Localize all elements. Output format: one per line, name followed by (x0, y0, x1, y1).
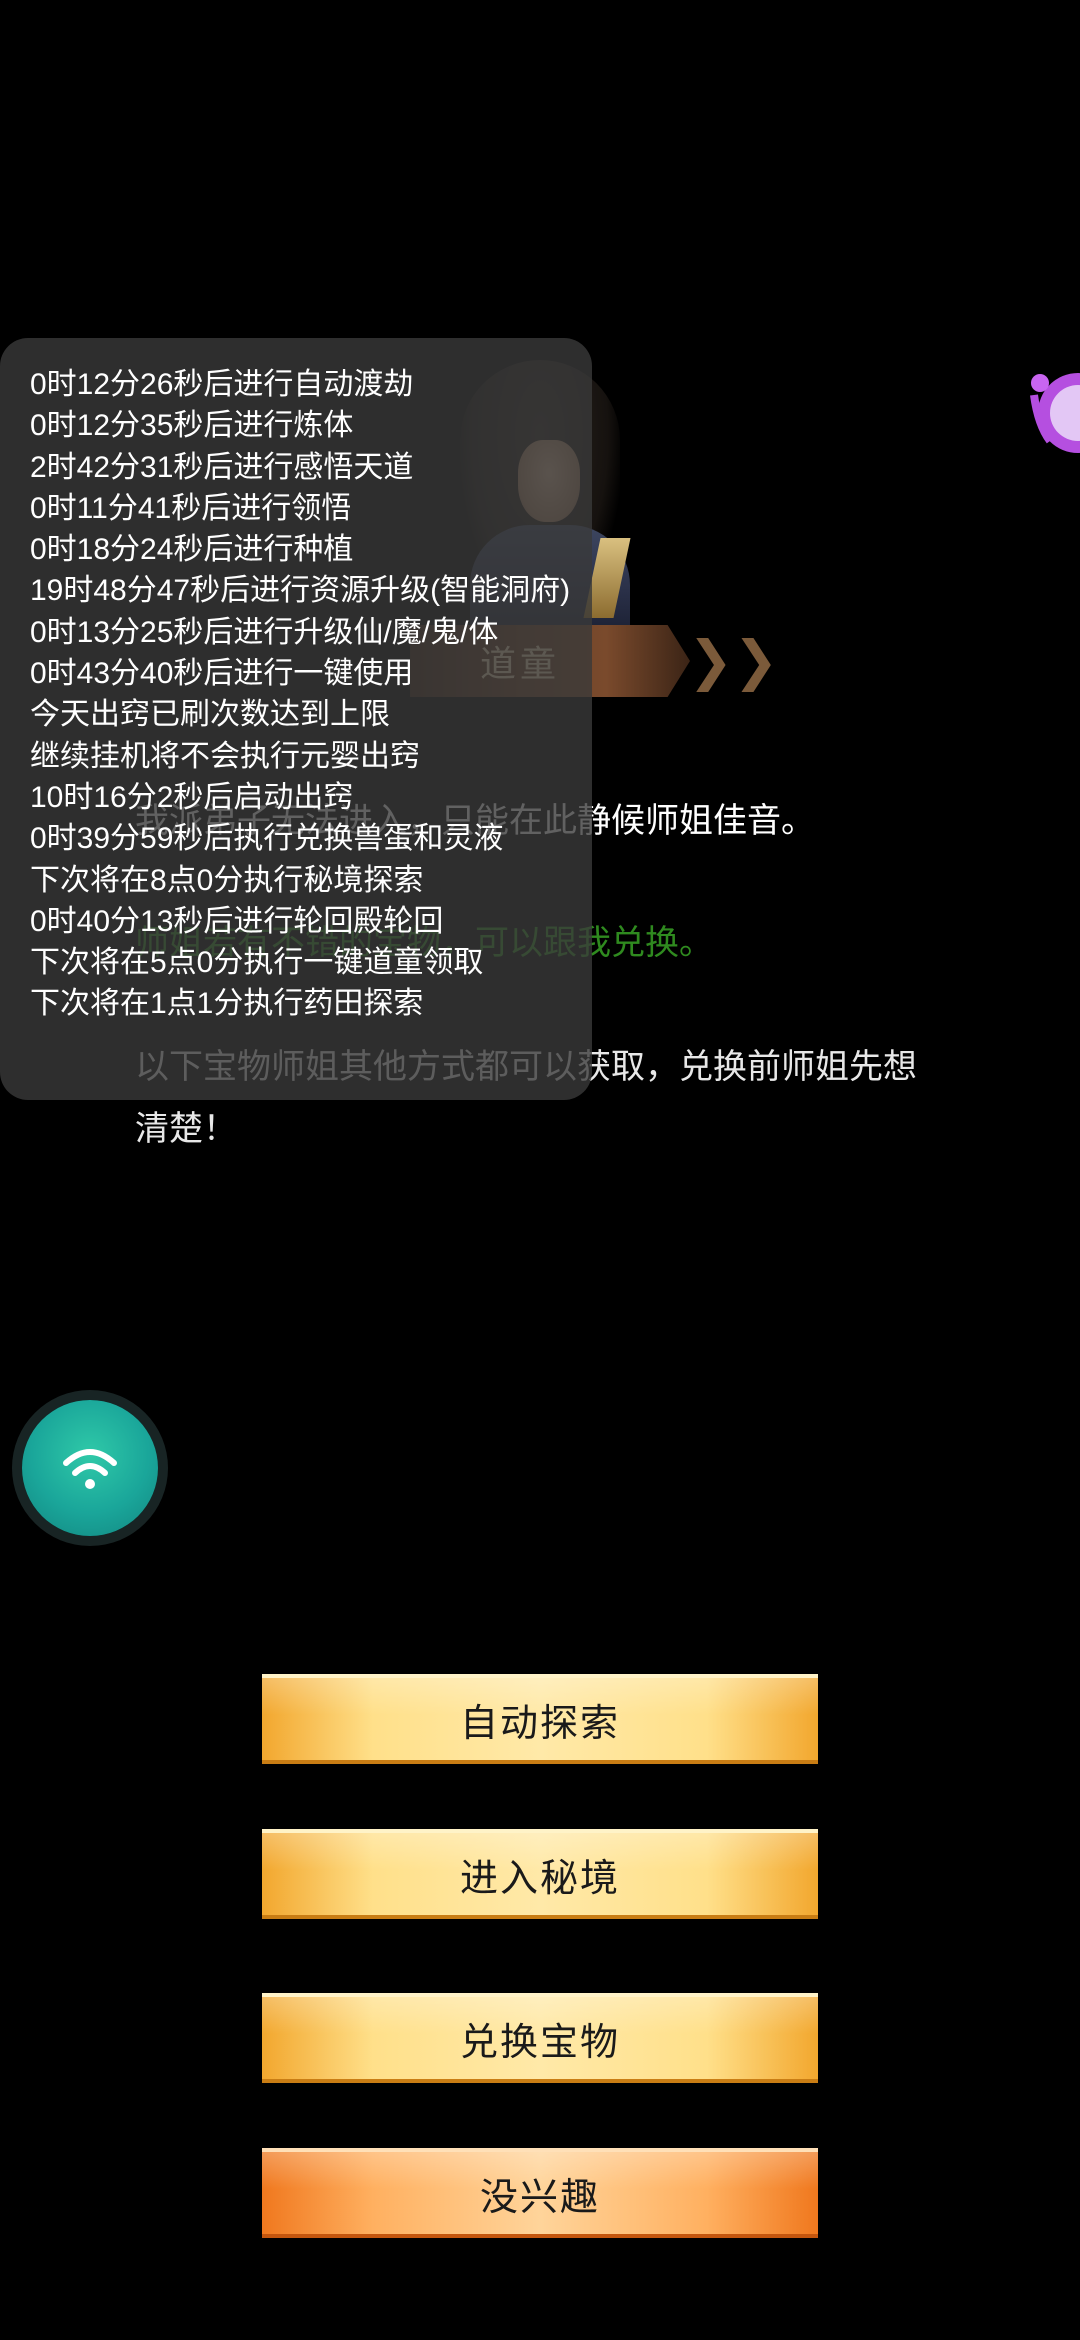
exchange-treasure-button[interactable]: 兑换宝物 (262, 1993, 818, 2083)
enter-realm-label: 进入秘境 (459, 1855, 620, 1900)
log-line: 10时16分2秒后启动出窍 (30, 780, 354, 814)
task-log-overlay: 0时12分26秒后进行自动渡劫 0时12分35秒后进行炼体 2时42分31秒后进… (0, 338, 592, 1100)
log-line: 0时12分26秒后进行自动渡劫 (30, 368, 414, 401)
game-screen: 道童 ❯❯ 我派弟子无法进入，只能在此静候师姐佳音。 师姐若有不错的宝物，可以跟… (0, 0, 1080, 2340)
task-log-list: 0时12分26秒后进行自动渡劫 0时12分35秒后进行炼体 2时42分31秒后进… (30, 364, 592, 1025)
not-interested-label: 没兴趣 (479, 2174, 600, 2219)
log-line: 今天出窍已刷次数达到上限 (30, 698, 390, 732)
log-line: 0时18分24秒后进行种植 (30, 533, 354, 567)
log-line: 下次将在1点1分执行药田探索 (30, 987, 424, 1021)
log-line: 0时43分40秒后进行一键使用 (30, 657, 414, 691)
assistant-float-icon[interactable] (1020, 355, 1080, 465)
log-line: 下次将在8点0分执行秘境探索 (30, 863, 424, 897)
log-line: 继续挂机将不会执行元婴出窍 (30, 739, 420, 773)
log-line: 0时13分25秒后进行升级仙/魔/鬼/体 (30, 615, 499, 649)
enter-realm-button[interactable]: 进入秘境 (262, 1829, 818, 1919)
log-line: 0时11分41秒后进行领悟 (30, 491, 352, 525)
double-chevron-right-icon: ❯❯ (688, 629, 779, 692)
wifi-icon (63, 1449, 117, 1489)
log-line: 0时12分35秒后进行炼体 (30, 409, 354, 443)
log-line: 0时39分59秒后执行兑换兽蛋和灵液 (30, 822, 504, 856)
log-line: 下次将在5点0分执行一键道童领取 (30, 946, 484, 980)
wifi-float-button[interactable] (22, 1400, 158, 1536)
log-line: 19时48分47秒后进行资源升级(智能洞府) (30, 574, 571, 608)
log-line: 0时40分13秒后进行轮回殿轮回 (30, 904, 444, 938)
not-interested-button[interactable]: 没兴趣 (262, 2148, 818, 2238)
exchange-treasure-label: 兑换宝物 (459, 2019, 620, 2064)
log-line: 2时42分31秒后进行感悟天道 (30, 450, 414, 484)
auto-explore-label: 自动探索 (459, 1700, 620, 1745)
auto-explore-button[interactable]: 自动探索 (262, 1674, 818, 1764)
